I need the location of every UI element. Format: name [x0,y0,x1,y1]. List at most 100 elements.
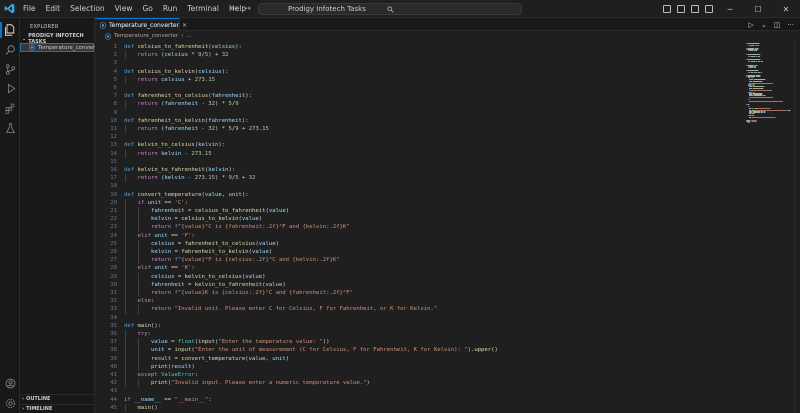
toggle-sidebar-icon[interactable] [663,5,671,13]
maximize-button[interactable]: ☐ [744,0,772,18]
menu-bar: File Edit Selection View Go Run Terminal Help [18,0,251,18]
code-line[interactable]: 1 def celsius_to_fahrenheit(celsius): [95,43,740,51]
code-line[interactable]: 17 return (kelvin - 273.15) * 9/5 + 32 [95,174,740,182]
source-control-icon[interactable] [3,62,17,76]
code-token: 32 [208,101,215,108]
menu-item-run[interactable]: Run [158,0,182,18]
code-line[interactable]: 38 unit = input("Enter the unit of measu… [95,346,740,354]
forward-arrow-icon[interactable]: → [244,4,252,14]
breadcrumb-symbol[interactable]: ... [186,33,191,39]
close-icon[interactable]: × [182,22,187,29]
menu-item-go[interactable]: Go [137,0,157,18]
vertical-scrollbar[interactable] [794,41,800,413]
code-line[interactable]: 32 else: [95,297,740,305]
testing-flask-icon[interactable] [3,121,17,135]
code-line[interactable]: 10 def fahrenheit_to_kelvin(fahrenheit): [95,117,740,125]
code-line[interactable]: 16 def kelvin_to_fahrenheit(kelvin): [95,166,740,174]
code-line[interactable]: 11 return (fahrenheit - 32) * 5/9 + 273.… [95,125,740,133]
menu-item-selection[interactable]: Selection [65,0,110,18]
split-editor-icon[interactable]: ◫ [774,21,781,29]
minimap-token [765,111,767,113]
code-line[interactable]: 30 fahrenheit = kelvin_to_fahrenheit(val… [95,281,740,289]
toggle-panel-icon[interactable] [677,5,685,13]
code-line[interactable]: 36 try: [95,330,740,338]
code-line[interactable]: 27 return f"{value}°F is {celsius:.2f}°C… [95,256,740,264]
code-line[interactable]: 22 kelvin = celsius_to_kelvin(value) [95,215,740,223]
run-debug-icon[interactable] [3,81,17,95]
code-line[interactable]: 9 [95,109,740,117]
code-line[interactable]: 6 [95,84,740,92]
code-line[interactable]: 43 [95,387,740,395]
minimap-token [774,116,776,118]
code-line[interactable]: 23 return f"{value}°C is {fahrenheit:.2f… [95,223,740,231]
code-line[interactable]: 39 result = convert_temperature(value, u… [95,355,740,363]
code-line[interactable]: 18 [95,182,740,190]
extensions-icon[interactable] [3,101,17,115]
menu-item-terminal[interactable]: Terminal [182,0,224,18]
code-line[interactable]: 14 return kelvin - 273.15 [95,150,740,158]
code-line[interactable]: 37 value = float(input("Enter the temper… [95,338,740,346]
code-line[interactable]: 34 [95,314,740,322]
gear-icon[interactable] [3,396,17,410]
code-line[interactable]: 19 def convert_temperature(value, unit): [95,191,740,199]
timeline-section[interactable]: › TIMELINE [20,404,95,413]
workspace-folder-header[interactable]: ⌄ PRODIGY INFOTECH TASKS [20,33,94,45]
menu-item-file[interactable]: File [18,0,41,18]
customize-layout-icon[interactable] [705,5,713,13]
activity-bar [0,18,20,413]
minimize-button[interactable]: ─ [716,0,744,18]
run-file-icon[interactable]: ▷ [748,21,753,29]
code-line[interactable]: 12 [95,133,740,141]
menu-item-edit[interactable]: Edit [41,0,66,18]
search-view-icon[interactable] [3,42,17,56]
line-number: 10 [110,117,117,124]
breadcrumb-file[interactable]: Temperature_converter [114,33,178,39]
code-line[interactable]: 20 if unit == 'C': [95,199,740,207]
code-token: ) * [214,175,229,182]
code-token: celsius [150,273,175,280]
file-item-temperature-converter[interactable]: ⦿ Temperature_converter [20,43,102,52]
code-editor[interactable]: 1 def celsius_to_fahrenheit(celsius): 2 re… [95,41,740,413]
code-token: ): [218,142,226,149]
code-line[interactable]: 15 [95,158,740,166]
code-line[interactable]: 45 main() [95,404,740,412]
code-line[interactable]: 41 except ValueError: [95,371,740,379]
account-icon[interactable] [3,376,17,390]
minimap[interactable] [740,41,800,413]
menu-item-view[interactable]: View [110,0,138,18]
code-token: 273.15 [194,175,215,182]
back-arrow-icon[interactable]: ← [230,4,238,14]
code-line[interactable]: 29 celsius = kelvin_to_celsius(value) [95,273,740,281]
code-line[interactable]: 13 def kelvin_to_celsius(kelvin): [95,141,740,149]
code-line[interactable]: 21 fahrenheit = celsius_to_fahrenheit(va… [95,207,740,215]
code-line[interactable]: 25 celsius = fahrenheit_to_celsius(value… [95,240,740,248]
line-number: 27 [110,257,117,264]
command-center-search[interactable]: Prodigy Infotech Tasks [258,3,522,15]
code-line[interactable]: 31 return f"{value}K is {celsius:.2f}°C … [95,289,740,297]
code-line[interactable]: 28 elif unit == 'K': [95,264,740,272]
code-token: return [137,101,162,108]
code-line[interactable]: 26 kelvin = fahrenheit_to_kelvin(value) [95,248,740,256]
code-line[interactable]: 3 [95,59,740,67]
tab-temperature-converter[interactable]: ⦿ Temperature_converter × [95,18,187,31]
code-line[interactable]: 35 def main(): [95,322,740,330]
code-line[interactable]: 24 elif unit == 'F': [95,232,740,240]
code-line[interactable]: 5 return celsius + 273.15 [95,76,740,84]
explorer-icon[interactable] [3,23,17,37]
close-window-button[interactable]: ✕ [772,0,800,18]
code-line[interactable]: 44 if __name__ == "__main__": [95,396,740,404]
code-line[interactable]: 4 def celsius_to_kelvin(celsius): [95,68,740,76]
code-line[interactable]: 7 def fahrenheit_to_celsius(fahrenheit): [95,92,740,100]
chevron-down-icon[interactable]: ⌄ [761,21,767,29]
outline-section[interactable]: › OUTLINE [20,394,95,403]
code-line[interactable]: 42 print("Invalid input. Please enter a … [95,379,740,387]
code-line[interactable]: 40 print(result) [95,363,740,371]
toggle-secondary-sidebar-icon[interactable] [691,5,699,13]
code-line[interactable]: 33 return "Invalid unit. Please enter C … [95,305,740,313]
line-number: 44 [110,396,117,403]
code-line[interactable]: 8 return (fahrenheit - 32) * 5/9 [95,100,740,108]
code-line[interactable]: 2 return (celsius * 9/5) + 32 [95,51,740,59]
more-actions-icon[interactable]: ··· [787,21,794,29]
code-token: - [181,150,192,157]
